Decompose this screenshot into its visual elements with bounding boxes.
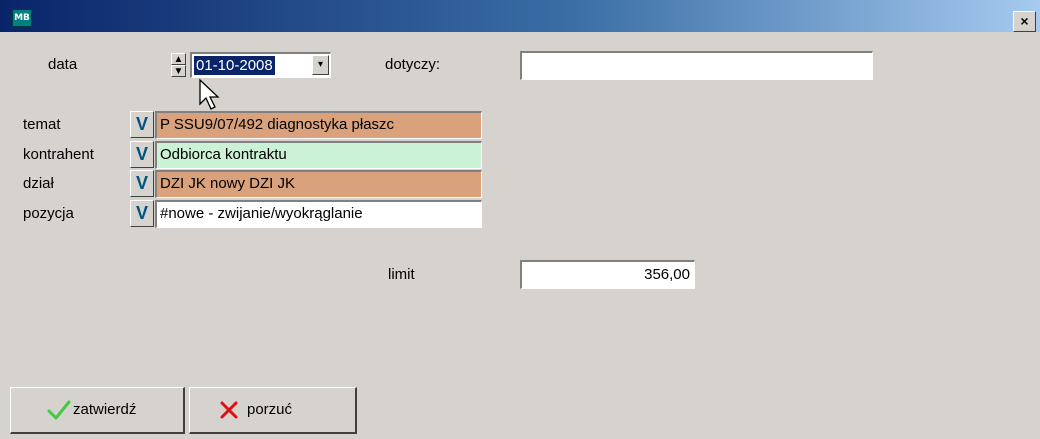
- limit-input[interactable]: 356,00: [520, 260, 695, 289]
- pozycja-label: pozycja: [23, 205, 74, 222]
- limit-value: 356,00: [644, 266, 690, 283]
- pozycja-field[interactable]: #nowe - zwijanie/wyokrąglanie: [155, 200, 482, 228]
- mouse-pointer-icon: [199, 78, 220, 110]
- dzial-value: DZI JK nowy DZI JK: [160, 175, 296, 192]
- title-bar[interactable]: MB ×: [0, 0, 1040, 32]
- close-button[interactable]: ×: [1013, 11, 1036, 32]
- select-v-icon: V: [135, 173, 148, 193]
- cancel-label: porzuć: [247, 401, 293, 418]
- dzial-field[interactable]: DZI JK nowy DZI JK: [155, 170, 482, 198]
- select-v-icon: V: [135, 114, 148, 134]
- select-v-icon: V: [135, 144, 148, 164]
- confirm-label: zatwierdź: [73, 401, 137, 418]
- pozycja-select-button[interactable]: V: [130, 200, 154, 227]
- dotyczy-label: dotyczy:: [385, 56, 441, 73]
- kontrahent-value: Odbiorca kontraktu: [160, 146, 287, 163]
- checkmark-icon: [47, 400, 71, 420]
- spin-down-icon[interactable]: ▼: [171, 65, 186, 77]
- select-v-icon: V: [135, 203, 148, 223]
- date-dropdown-button[interactable]: ▾: [312, 55, 329, 75]
- temat-value: P SSU9/07/492 diagnostyka płaszc: [160, 116, 395, 133]
- temat-select-button[interactable]: V: [130, 111, 154, 138]
- cancel-button[interactable]: porzuć: [189, 387, 357, 434]
- kontrahent-select-button[interactable]: V: [130, 141, 154, 168]
- date-input[interactable]: 01-10-2008: [190, 52, 331, 78]
- limit-label: limit: [388, 266, 415, 283]
- spin-up-icon[interactable]: ▲: [171, 53, 186, 65]
- kontrahent-label: kontrahent: [23, 146, 94, 163]
- confirm-button[interactable]: zatwierdź: [10, 387, 185, 434]
- dzial-select-button[interactable]: V: [130, 170, 154, 197]
- close-icon: ×: [1020, 13, 1029, 29]
- chevron-down-icon: ▾: [317, 59, 324, 70]
- date-spinner[interactable]: ▲ ▼: [171, 53, 186, 77]
- date-label: data: [48, 56, 78, 73]
- date-value: 01-10-2008: [193, 55, 276, 76]
- temat-field[interactable]: P SSU9/07/492 diagnostyka płaszc: [155, 111, 482, 139]
- dotyczy-input[interactable]: [520, 51, 873, 80]
- pozycja-value: #nowe - zwijanie/wyokrąglanie: [160, 205, 363, 222]
- app-icon[interactable]: MB: [12, 9, 32, 27]
- temat-label: temat: [23, 116, 61, 133]
- dzial-label: dział: [23, 175, 54, 192]
- kontrahent-field[interactable]: Odbiorca kontraktu: [155, 141, 482, 169]
- cross-icon: [220, 401, 238, 419]
